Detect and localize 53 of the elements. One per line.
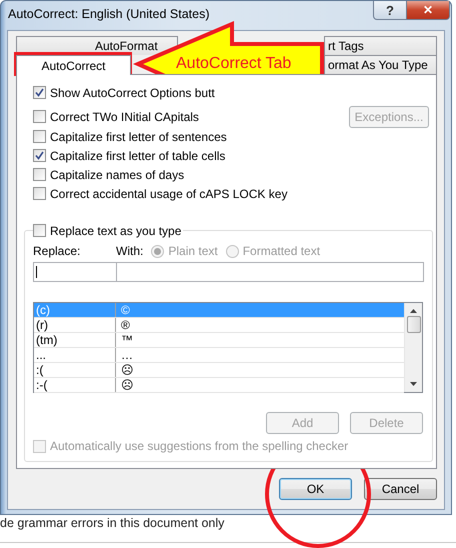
checkbox-label: Correct TWo INitial CApitals [50,110,199,124]
list-cell-text: ☹ [120,363,134,377]
checkbox-label: Automatically use suggestions from the spelling checker [50,439,348,453]
checkbox[interactable] [33,149,46,162]
tab[interactable]: ormat As You Type [324,55,437,74]
list-cell: :( [34,363,116,377]
checkbox-label: Show AutoCorrect Options butt [50,86,215,100]
list-cell-text: … [120,348,133,362]
close-button[interactable]: ✕ [407,1,450,20]
scroll-down-icon[interactable] [410,382,417,386]
checkbox[interactable] [33,187,46,200]
list-row[interactable]: (r) ® [34,318,404,333]
radio-label: Formatted text [242,244,320,258]
list-cell-text: © [120,303,130,317]
checkbox-label: Capitalize first letter of table cells [50,148,226,162]
scrollbar[interactable] [404,303,422,392]
list-cell: (tm) [34,333,116,347]
checkbox[interactable] [33,130,46,143]
checkbox[interactable] [33,224,46,237]
list-cell-text: ™ [120,333,133,347]
checkbox-label: Capitalize first letter of sentences [50,130,227,144]
list-cell: :-( [34,378,116,392]
ok-button[interactable]: OK [279,478,352,500]
with-field[interactable] [117,262,424,282]
replace-field[interactable] [33,262,117,282]
cancel-button[interactable]: Cancel [364,478,437,500]
checkbox-label: Correct accidental usage of cAPS LOCK key [50,186,288,200]
radio-label: Plain text [168,244,218,258]
checkbox[interactable] [33,168,46,181]
tab[interactable]: rt Tags [324,36,437,55]
help-button[interactable]: ? [373,1,407,20]
list-row[interactable]: :-( ☹ [34,378,404,393]
scroll-thumb[interactable] [406,316,420,333]
checkbox-label: Capitalize names of days [50,168,184,182]
checkbox-label: Replace text as you type [50,224,182,238]
list-row[interactable]: ... … [34,348,404,363]
window-title: AutoCorrect: English (United States) [8,7,210,21]
background-text: de grammar errors in this document only [0,516,224,530]
field-label: Replace: [33,244,82,258]
checkbox[interactable] [33,110,46,123]
field-label: With: [116,244,144,258]
list-cell: ... [34,348,116,362]
list-cell: (c) [34,303,116,317]
scroll-up-icon[interactable] [410,309,417,313]
callout-label: AutoCorrect Tab [176,55,292,73]
list-row[interactable]: :( ☹ [34,363,404,378]
list-row[interactable]: (tm) ™ [34,333,404,348]
tab[interactable]: AutoCorrect [16,55,131,75]
text-cursor [36,266,37,278]
list-cell-text: ☹ [120,378,134,392]
list-cell-text: ® [120,318,130,332]
list-cell: (r) [34,318,116,332]
checkbox[interactable] [33,86,46,99]
